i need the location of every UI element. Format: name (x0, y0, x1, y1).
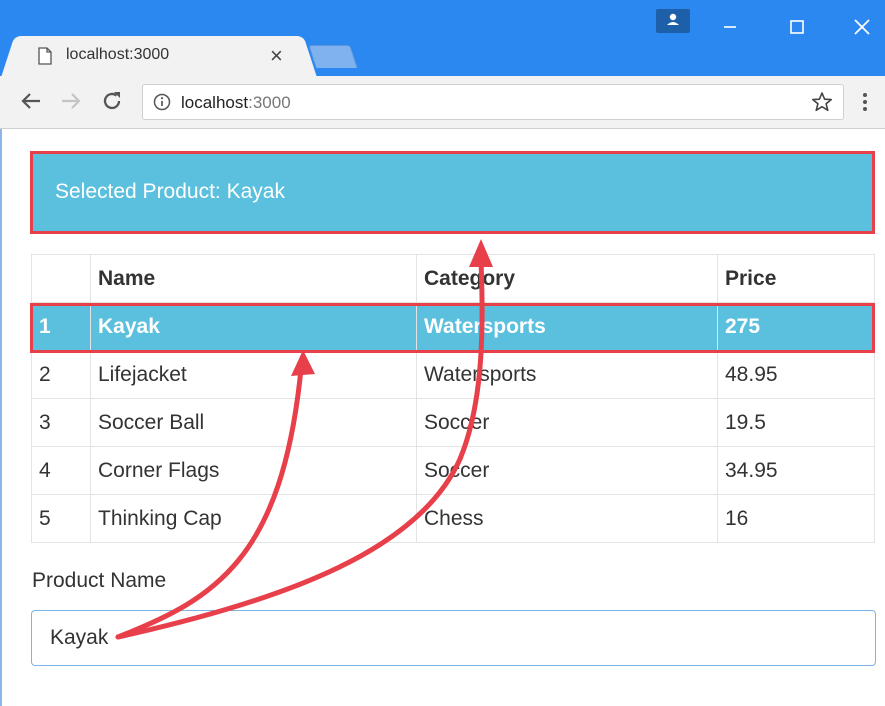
new-tab-button[interactable] (308, 45, 358, 68)
url-port: :3000 (248, 93, 291, 112)
cell-index: 2 (31, 350, 91, 399)
product-name-label: Product Name (32, 569, 167, 592)
cell-index: 4 (31, 446, 91, 495)
profile-button[interactable] (656, 9, 690, 33)
product-name-input[interactable] (31, 610, 876, 666)
selected-product-banner: Selected Product: Kayak (30, 151, 875, 234)
cell-name: Corner Flags (90, 446, 417, 495)
minimize-icon[interactable] (722, 22, 738, 32)
table-row[interactable]: 5 Thinking Cap Chess 16 (31, 494, 875, 543)
back-arrow-icon[interactable] (20, 90, 42, 112)
cell-price: 34.95 (717, 446, 875, 495)
product-table: Name Category Price 1 Kayak Watersports … (31, 254, 875, 543)
cell-name: Thinking Cap (90, 494, 417, 543)
url-text: localhost:3000 (181, 93, 291, 113)
cell-price: 48.95 (717, 350, 875, 399)
cell-index: 1 (31, 302, 91, 351)
browser-titlebar: localhost:3000 × (0, 0, 885, 76)
header-name: Name (90, 254, 417, 303)
cell-category: Soccer (416, 398, 718, 447)
menu-dots-icon[interactable] (862, 92, 868, 112)
browser-tab[interactable]: localhost:3000 × (18, 36, 300, 76)
cell-category: Watersports (416, 302, 718, 351)
table-row[interactable]: 1 Kayak Watersports 275 (31, 302, 875, 351)
forward-arrow-icon[interactable] (60, 90, 82, 112)
person-icon (667, 13, 679, 25)
cell-category: Watersports (416, 350, 718, 399)
cell-name: Lifejacket (90, 350, 417, 399)
table-row[interactable]: 2 Lifejacket Watersports 48.95 (31, 350, 875, 399)
cell-price: 16 (717, 494, 875, 543)
page-content: Selected Product: Kayak Name Category Pr… (0, 129, 885, 706)
browser-toolbar: localhost:3000 (0, 76, 885, 129)
cell-name: Soccer Ball (90, 398, 417, 447)
cell-price: 275 (717, 302, 875, 351)
cell-category: Soccer (416, 446, 718, 495)
address-bar[interactable]: localhost:3000 (142, 84, 844, 120)
table-row[interactable]: 4 Corner Flags Soccer 34.95 (31, 446, 875, 495)
table-row[interactable]: 3 Soccer Ball Soccer 19.5 (31, 398, 875, 447)
header-index (31, 254, 91, 303)
cell-name: Kayak (90, 302, 417, 351)
reload-icon[interactable] (101, 90, 123, 112)
tab-close-icon[interactable]: × (270, 43, 283, 69)
bookmark-star-icon[interactable] (811, 91, 833, 113)
cell-category: Chess (416, 494, 718, 543)
selected-product-text: Selected Product: Kayak (55, 180, 285, 203)
cell-index: 5 (31, 494, 91, 543)
table-header-row: Name Category Price (31, 254, 875, 303)
cell-price: 19.5 (717, 398, 875, 447)
header-price: Price (717, 254, 875, 303)
url-host: localhost (181, 93, 249, 112)
close-window-icon[interactable] (853, 18, 871, 36)
cell-index: 3 (31, 398, 91, 447)
maximize-icon[interactable] (789, 19, 805, 35)
page-icon (38, 47, 52, 65)
tab-title: localhost:3000 (66, 46, 170, 63)
info-icon[interactable] (153, 93, 171, 111)
header-category: Category (416, 254, 718, 303)
